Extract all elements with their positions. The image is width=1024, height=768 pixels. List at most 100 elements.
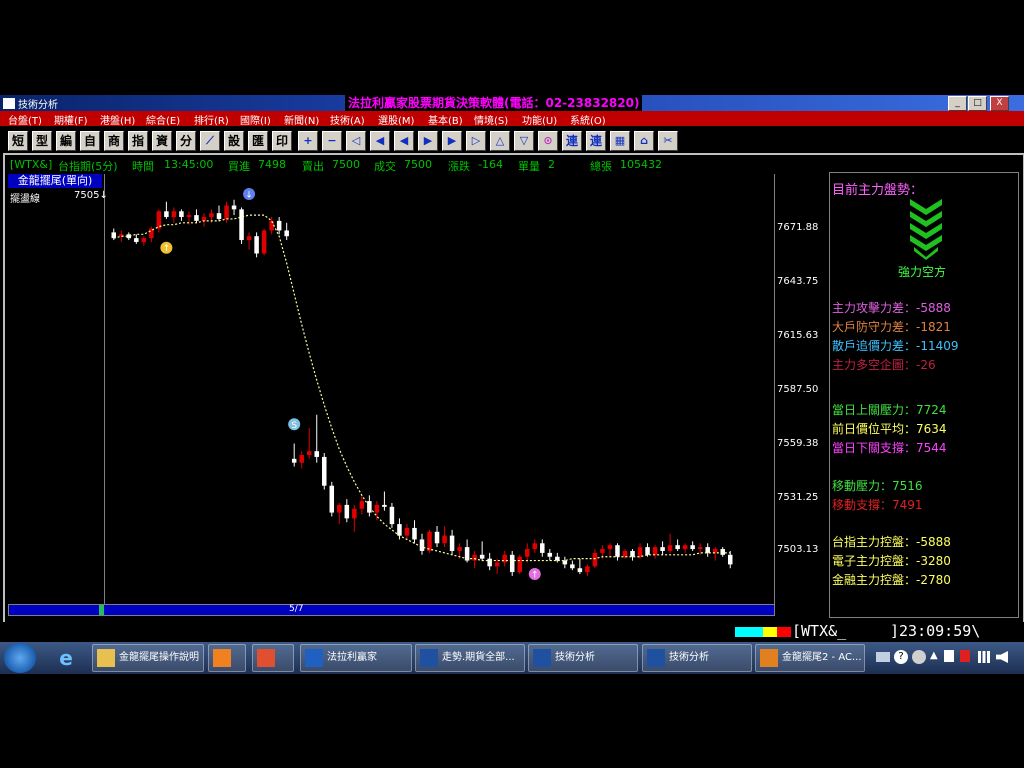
candle-body (727, 554, 733, 565)
window-title: 技術分析 (18, 100, 58, 111)
task-technical-2[interactable]: 技術分析 (642, 644, 752, 672)
settings-icon[interactable] (912, 650, 926, 664)
menu-item-hongkong[interactable]: 港盤(H) (100, 112, 135, 127)
candle-body (134, 238, 139, 242)
task-label: 金龍擺尾操作說明 (119, 652, 199, 663)
start-button[interactable] (4, 643, 36, 673)
toolbar-print-button[interactable]: 印 (272, 131, 292, 151)
task-app[interactable] (252, 644, 294, 672)
signal-marker[interactable]: S (288, 418, 301, 431)
metric-row: 前日價位平均：7634 (832, 420, 947, 437)
symbol-code: [WTX&] (10, 158, 53, 171)
candle-body (397, 524, 402, 536)
signal-glyph: ↑ (163, 244, 171, 254)
task-media[interactable] (208, 644, 246, 672)
task-ferrari[interactable]: 法拉利贏家 (300, 644, 412, 672)
keyboard-icon[interactable] (876, 652, 890, 662)
candle-body (532, 543, 538, 550)
metric-value: 7634 (916, 422, 947, 436)
toolbar-short-button[interactable]: 短 (8, 131, 28, 151)
toolbar-product-button[interactable]: 商 (104, 131, 124, 151)
task-manual[interactable]: 金龍擺尾操作說明 (92, 644, 204, 672)
menu-item-function[interactable]: 功能(U) (522, 112, 557, 127)
candle-body (374, 504, 380, 513)
menu-item-taipan[interactable]: 台盤(T) (8, 112, 42, 127)
signal-marker[interactable]: ↑ (528, 568, 541, 581)
restore-button[interactable]: □ (968, 96, 987, 111)
chart-scrollbar[interactable]: 5/7 (8, 604, 775, 616)
menu-item-scenario[interactable]: 情境(S) (474, 112, 508, 127)
flag-icon[interactable] (944, 650, 954, 662)
zoom-in-icon[interactable]: + (298, 131, 318, 151)
task-technical-1[interactable]: 技術分析 (528, 644, 638, 672)
scrollbar-thumb[interactable] (99, 605, 104, 615)
grid-icon[interactable]: ▦ (610, 131, 630, 151)
target-icon[interactable]: ⊙ (538, 131, 558, 151)
indicator-title[interactable]: 金龍擺尾(單向) (8, 174, 102, 188)
ie-icon[interactable]: e (54, 647, 78, 669)
toolbar-export-button[interactable]: 匯 (248, 131, 268, 151)
flag-red-icon[interactable] (960, 650, 970, 662)
trend-label: 強力空方 (898, 265, 947, 279)
scroll-prev-icon[interactable]: ◀ (394, 131, 414, 151)
candle (570, 560, 575, 571)
lock-icon[interactable]: ⌂ (634, 131, 654, 151)
zoom-out-icon[interactable]: − (322, 131, 342, 151)
toolbar-data-button[interactable]: 資 (152, 131, 172, 151)
metric-row: 移動支撐：7491 (832, 496, 923, 513)
toolbar-index-button[interactable]: 指 (128, 131, 148, 151)
arrow-down-icon[interactable]: ▽ (514, 131, 534, 151)
toolbar-minute-button[interactable]: 分 (176, 131, 196, 151)
candle-body (637, 547, 643, 557)
arrow-up-icon[interactable]: △ (490, 131, 510, 151)
scissors-icon[interactable]: ✂ (658, 131, 678, 151)
toolbar-custom-button[interactable]: 自 (80, 131, 100, 151)
volume-icon[interactable] (996, 651, 1008, 663)
signal-marker[interactable]: ↓ (243, 188, 256, 201)
toolbar-pattern-button[interactable]: 型 (32, 131, 52, 151)
menu-item-technical[interactable]: 技術(A) (330, 112, 365, 127)
menu-item-fundamental[interactable]: 基本(B) (428, 112, 463, 127)
toolbar-settings-button[interactable]: 設 (224, 131, 244, 151)
menu-item-ranking[interactable]: 排行(R) (194, 112, 229, 127)
toolbar-trendline-icon[interactable]: ⟋ (200, 131, 220, 151)
candle-body (502, 554, 507, 563)
tray-arrow-icon[interactable]: ▲ (930, 650, 938, 661)
status-clock: ]23:09:59\ (890, 622, 981, 640)
candle-body (517, 556, 522, 573)
scroll-last-icon[interactable]: ▷ (466, 131, 486, 151)
candle (337, 502, 342, 525)
candle (291, 443, 297, 467)
menu-item-system[interactable]: 系統(O) (570, 112, 606, 127)
minimize-button[interactable]: _ (948, 96, 967, 111)
help-icon[interactable]: ? (894, 650, 908, 664)
menu-item-options[interactable]: 期權(F) (54, 112, 88, 127)
close-button[interactable]: X (990, 96, 1009, 111)
candle (216, 205, 222, 221)
candlestick-chart[interactable]: ↑ ↓ S ↑ (104, 174, 775, 604)
menu-item-news[interactable]: 新聞(N) (284, 112, 319, 127)
toolbar-link2-button[interactable]: 連 (586, 131, 606, 151)
scroll-next-icon[interactable]: ▶ (418, 131, 438, 151)
network-icon[interactable] (978, 651, 990, 663)
signal-marker[interactable]: ↑ (160, 241, 173, 255)
candle (540, 539, 545, 557)
metric-row: 主力攻擊力差：-5888 (832, 299, 951, 316)
toolbar-link-button[interactable]: 連 (562, 131, 582, 151)
deal-label: 成交 (374, 160, 396, 173)
toolbar-edit-button[interactable]: 編 (56, 131, 76, 151)
menu-item-stock-select[interactable]: 選股(M) (378, 112, 414, 127)
candle-body (697, 547, 703, 550)
candle (675, 539, 680, 551)
menu-item-composite[interactable]: 綜合(E) (146, 112, 180, 127)
task-trend[interactable]: 走勢.期貨全部... (415, 644, 525, 672)
scroll-prev-page-icon[interactable]: ◀ (370, 131, 390, 151)
scroll-next-page-icon[interactable]: ▶ (442, 131, 462, 151)
scroll-first-icon[interactable]: ◁ (346, 131, 366, 151)
menu-item-international[interactable]: 國際(I) (240, 112, 271, 127)
time-label: 時間 (132, 160, 154, 173)
candle-body (682, 545, 688, 550)
candle-body (570, 564, 575, 569)
deal-value: 7500 (404, 158, 432, 171)
task-access[interactable]: 金龍擺尾2 - AC... (755, 644, 865, 672)
